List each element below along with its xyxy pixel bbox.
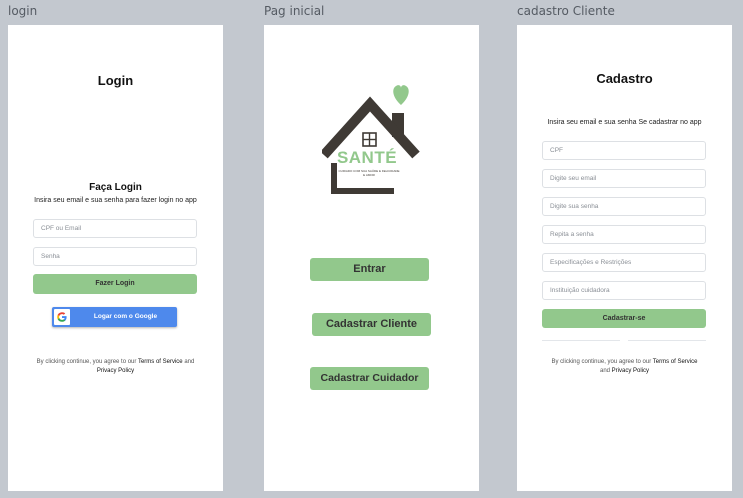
- terms-and: and: [599, 368, 610, 374]
- terms-prefix: By clicking continue, you agree to our: [36, 359, 137, 365]
- terms-and: and: [184, 359, 195, 365]
- home-frame: SANTÉ CUIDADO COM SUA SAÚDE E FELICIDADE…: [264, 25, 479, 491]
- page-title: Login: [97, 73, 134, 88]
- google-login-button[interactable]: Logar com o Google: [52, 307, 177, 327]
- divider-left: [542, 340, 620, 341]
- divider-right: [628, 340, 706, 341]
- page-title: Cadastro: [596, 71, 653, 86]
- password-input[interactable]: Digite sua senha: [542, 197, 706, 216]
- privacy-policy-link[interactable]: Privacy Policy: [612, 368, 649, 374]
- password-input[interactable]: Senha: [33, 247, 197, 266]
- login-button[interactable]: Fazer Login: [33, 274, 197, 294]
- signup-frame: Cadastro Insira seu email e sua senha Se…: [517, 25, 732, 491]
- logo-text: SANTÉ: [336, 148, 398, 167]
- login-subtitle: Faça Login: [89, 182, 142, 193]
- signup-hint: Insira seu email e sua senha Se cadastra…: [547, 119, 702, 126]
- institution-input[interactable]: Instituição cuidadora: [542, 281, 706, 300]
- register-caregiver-button[interactable]: Cadastrar Cuidador: [310, 367, 429, 390]
- frame-label-login: login: [8, 4, 38, 18]
- terms-text: By clicking continue, you agree to our T…: [517, 358, 732, 376]
- house-heart-logo-icon: SANTÉ CUIDADO COM SUA SAÚDE E FELICIDADE…: [320, 81, 432, 196]
- terms-of-service-link[interactable]: Terms of Service: [138, 359, 183, 365]
- login-hint: Insira seu email e sua senha para fazer …: [34, 197, 197, 204]
- specifications-input[interactable]: Especificações e Restrições: [542, 253, 706, 272]
- logo-tagline: CUIDADO COM SUA SAÚDE E FELICIDADE E AMO…: [338, 169, 400, 177]
- terms-text: By clicking continue, you agree to our T…: [8, 358, 223, 376]
- signup-button[interactable]: Cadastrar-se: [542, 309, 706, 328]
- enter-button[interactable]: Entrar: [310, 258, 429, 281]
- register-client-button[interactable]: Cadastrar Cliente: [312, 313, 431, 336]
- frame-label-home: Pag inicial: [264, 4, 325, 18]
- terms-prefix: By clicking continue, you agree to our: [551, 359, 652, 365]
- privacy-policy-link[interactable]: Privacy Policy: [97, 368, 134, 374]
- email-input[interactable]: Digite seu email: [542, 169, 706, 188]
- terms-of-service-link[interactable]: Terms of Service: [653, 359, 698, 365]
- cpf-email-input[interactable]: CPF ou Email: [33, 219, 197, 238]
- google-g-icon: [54, 309, 70, 325]
- cpf-input[interactable]: CPF: [542, 141, 706, 160]
- login-frame: Login Faça Login Insira seu email e sua …: [8, 25, 223, 491]
- frame-label-signup: cadastro Cliente: [517, 4, 615, 18]
- repeat-password-input[interactable]: Repita a senha: [542, 225, 706, 244]
- google-button-label: Logar com o Google: [93, 313, 158, 320]
